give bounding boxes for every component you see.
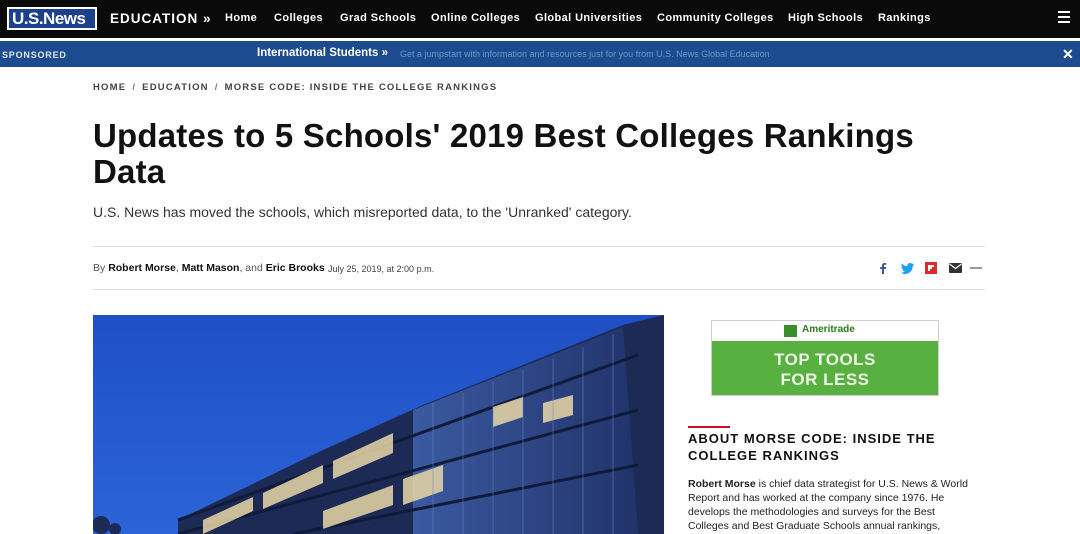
sponsored-banner: SPONSORED International Students » Get a… bbox=[0, 41, 1080, 67]
sidebar-body: Robert Morse is chief data strategist fo… bbox=[688, 477, 968, 533]
breadcrumb-home[interactable]: HOME bbox=[93, 82, 126, 93]
ad-header: Ameritrade bbox=[712, 321, 938, 341]
sponsored-title-link[interactable]: International Students » bbox=[257, 47, 388, 59]
close-icon[interactable]: ✕ bbox=[1062, 46, 1074, 63]
breadcrumb: HOME / EDUCATION / MORSE CODE: INSIDE THE CO… bbox=[93, 82, 497, 93]
author-link[interactable]: Matt Mason bbox=[182, 262, 240, 274]
nav-community-colleges[interactable]: Community Colleges bbox=[657, 12, 774, 24]
author-link[interactable]: Eric Brooks bbox=[266, 262, 325, 274]
twitter-icon[interactable] bbox=[900, 261, 914, 275]
byline: By Robert Morse, Matt Mason, and Eric Br… bbox=[93, 262, 325, 274]
ad-brand: Ameritrade bbox=[802, 324, 855, 335]
article-date: July 25, 2019, at 2:00 p.m. bbox=[328, 264, 435, 274]
ameritrade-ad[interactable]: Ameritrade TOP TOOLS FOR LESS bbox=[711, 320, 939, 396]
usnews-logo[interactable]: U.S.News bbox=[7, 7, 97, 30]
nav-grad-schools[interactable]: Grad Schools bbox=[340, 12, 416, 24]
breadcrumb-separator: / bbox=[132, 82, 137, 93]
article-dek: U.S. News has moved the schools, which m… bbox=[93, 204, 632, 220]
article-title: Updates to 5 Schools' 2019 Best Colleges… bbox=[93, 117, 914, 190]
flipboard-icon[interactable] bbox=[924, 261, 938, 275]
more-icon[interactable] bbox=[969, 261, 983, 275]
author-link[interactable]: Robert Morse bbox=[108, 262, 176, 274]
facebook-icon[interactable] bbox=[876, 261, 890, 275]
nav-online-colleges[interactable]: Online Colleges bbox=[431, 12, 520, 24]
byline-prefix: By bbox=[93, 262, 106, 274]
hamburger-menu-icon[interactable] bbox=[1058, 11, 1070, 23]
nav-home[interactable]: Home bbox=[225, 12, 257, 24]
logo-text: U.S.News bbox=[9, 9, 95, 28]
sponsored-label: SPONSORED bbox=[2, 50, 67, 60]
nav-colleges[interactable]: Colleges bbox=[274, 12, 323, 24]
top-navigation: U.S.News EDUCATION » Home Colleges Grad … bbox=[0, 0, 1080, 38]
ameritrade-logo-icon bbox=[784, 325, 797, 337]
sidebar-heading: ABOUT MORSE CODE: INSIDE THE COLLEGE RAN… bbox=[688, 431, 936, 463]
sponsored-text: Get a jumpstart with information and res… bbox=[400, 49, 770, 59]
divider bbox=[93, 289, 985, 290]
nav-global-universities[interactable]: Global Universities bbox=[535, 12, 642, 24]
breadcrumb-separator: / bbox=[214, 82, 219, 93]
email-icon[interactable] bbox=[948, 261, 962, 275]
hero-image bbox=[93, 315, 664, 534]
breadcrumb-morse-code[interactable]: MORSE CODE: INSIDE THE COLLEGE RANKINGS bbox=[225, 82, 498, 93]
nav-rankings[interactable]: Rankings bbox=[878, 12, 931, 24]
nav-high-schools[interactable]: High Schools bbox=[788, 12, 863, 24]
ad-headline-2: FOR LESS bbox=[780, 370, 870, 389]
divider bbox=[93, 246, 985, 247]
breadcrumb-education[interactable]: EDUCATION bbox=[142, 82, 209, 93]
education-section-link[interactable]: EDUCATION » bbox=[110, 11, 212, 26]
accent-bar bbox=[688, 426, 730, 428]
ad-headline-1: TOP TOOLS bbox=[774, 350, 876, 369]
sidebar-author-name[interactable]: Robert Morse bbox=[688, 478, 756, 490]
